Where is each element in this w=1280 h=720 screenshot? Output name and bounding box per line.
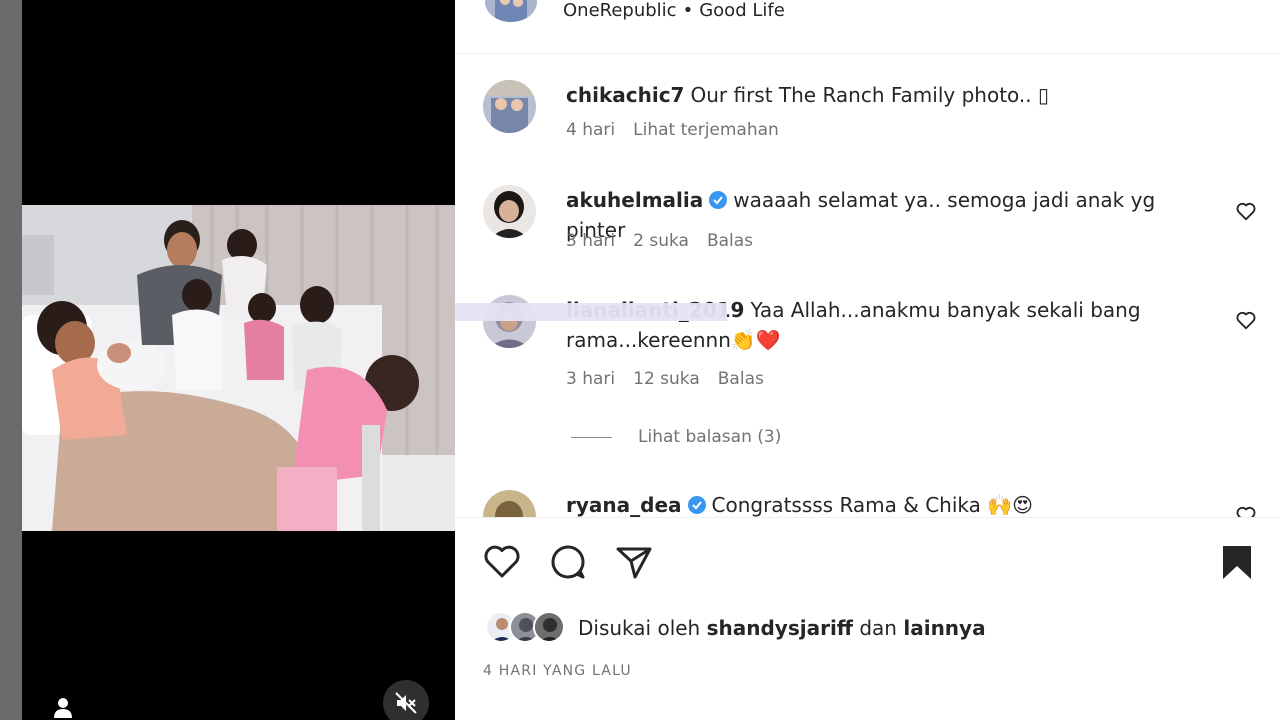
comment-likes[interactable]: 12 suka [633, 369, 700, 389]
heart-icon[interactable] [481, 541, 523, 583]
share-icon[interactable] [613, 541, 655, 583]
liker-avatar [533, 611, 565, 643]
reply-button[interactable]: Balas [718, 369, 764, 389]
comment-item: akuhelmalia waaaah selamat ya.. semoga ja… [455, 185, 1280, 265]
commenter-avatar[interactable] [483, 185, 536, 238]
caption-time: 4 hari [566, 120, 616, 140]
comments-list[interactable]: chikachic7 Our first The Ranch Family pho… [455, 55, 1280, 517]
post-actions: Disukai oleh shandysjariff dan lainnya 4… [455, 517, 1280, 717]
comment-heart-icon[interactable] [1235, 504, 1257, 517]
translate-link[interactable]: Lihat terjemahan [633, 120, 779, 140]
caption-author-avatar[interactable] [483, 80, 536, 133]
likes-conjunction: dan [859, 616, 897, 640]
caption-username[interactable]: chikachic7 [566, 83, 684, 107]
audio-artist: OneRepublic [563, 0, 677, 21]
bookmark-icon[interactable] [1216, 541, 1258, 583]
comment-username[interactable]: ryana_dea [566, 493, 682, 517]
likes-others-link[interactable]: lainnya [903, 616, 985, 640]
audio-separator: • [682, 0, 694, 21]
verified-badge-icon [709, 191, 728, 209]
left-gutter [0, 0, 22, 720]
comment-time: 3 hari [566, 369, 616, 389]
verified-badge-icon [687, 496, 706, 514]
comment-body: Congratssss Rama & Chika 🙌😍 [711, 493, 1033, 517]
view-replies-line [571, 436, 612, 438]
audio-track[interactable]: OneRepublic • Good Life [563, 0, 785, 21]
likes-summary: Disukai oleh shandysjariff dan lainnya [485, 610, 986, 646]
likers-avatars[interactable] [485, 611, 569, 645]
comment-username[interactable]: akuhelmalia [566, 188, 703, 212]
comment-heart-icon[interactable] [1235, 200, 1257, 222]
comment-item: ryana_dea Congratssss Rama & Chika 🙌😍 [455, 490, 1280, 517]
author-avatar[interactable] [485, 0, 537, 22]
post-header: OneRepublic • Good Life [455, 0, 1280, 54]
commenter-avatar[interactable] [483, 490, 536, 517]
comment-heart-icon[interactable] [1235, 309, 1257, 331]
likes-prefix: Disukai oleh [578, 616, 701, 640]
comment-text: ryana_dea Congratssss Rama & Chika 🙌😍 [566, 490, 1216, 517]
caption-body: Our first The Ranch Family photo.. ▯ [690, 83, 1050, 107]
comment-meta: 3 hari 12 suka Balas [566, 369, 782, 389]
user-tag-icon[interactable] [50, 694, 76, 720]
comment-item: lianalianti_2019Yaa Allah...anakmu banya… [455, 295, 1280, 435]
likes-text: Disukai oleh shandysjariff dan lainnya [578, 616, 986, 640]
view-replies-button[interactable]: Lihat balasan (3) [571, 427, 781, 447]
view-replies-label: Lihat balasan (3) [638, 427, 782, 447]
liker-username[interactable]: shandysjariff [707, 616, 853, 640]
post-photo [22, 205, 455, 531]
caption-text: chikachic7 Our first The Ranch Family pho… [566, 80, 1216, 110]
speaker-muted-icon[interactable] [383, 680, 429, 720]
caption-item: chikachic7 Our first The Ranch Family pho… [455, 80, 1280, 160]
post-date[interactable]: 4 HARI YANG LALU [483, 663, 632, 679]
comment-likes[interactable]: 2 suka [633, 231, 689, 251]
comment-icon[interactable] [547, 541, 589, 583]
reply-button[interactable]: Balas [707, 231, 753, 251]
comment-meta: 3 hari 2 suka Balas [566, 231, 771, 251]
media-viewer[interactable] [22, 0, 455, 720]
post-sidebar: OneRepublic • Good Life chikachic7 Our firs… [455, 0, 1280, 720]
comment-time: 3 hari [566, 231, 616, 251]
audio-track-name: Good Life [699, 0, 785, 21]
redaction-overlay [455, 303, 727, 321]
caption-meta: 4 hari Lihat terjemahan [566, 120, 797, 140]
